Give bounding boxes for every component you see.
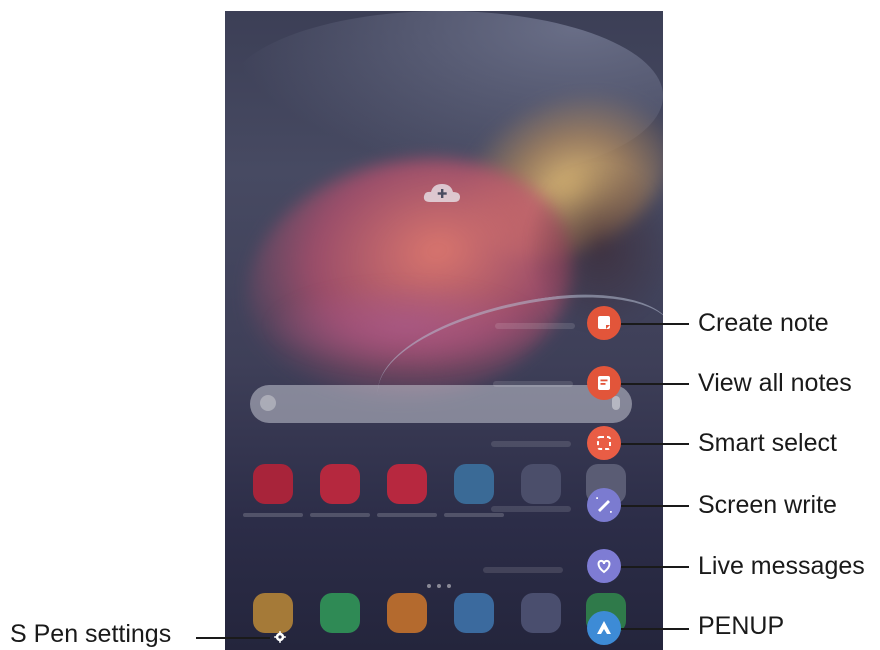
search-bar[interactable] [250, 385, 632, 423]
screen-write-icon[interactable] [587, 488, 621, 522]
app-icon-my-files[interactable] [253, 593, 293, 633]
google-icon [260, 395, 276, 411]
app-label [377, 513, 437, 517]
app-icon-internet[interactable] [521, 593, 561, 633]
menu-blur [483, 567, 563, 573]
label-smart-select: Smart select [698, 429, 837, 457]
gear-icon[interactable] [274, 631, 286, 643]
callout-line [196, 637, 270, 639]
label-create-note: Create note [698, 309, 829, 337]
app-icon-contacts[interactable] [387, 593, 427, 633]
menu-blur [491, 506, 571, 512]
app-icon-phone[interactable] [320, 593, 360, 633]
menu-blur [491, 441, 571, 447]
label-screen-write: Screen write [698, 491, 837, 519]
cloud-add-icon[interactable] [422, 182, 462, 204]
app-label [444, 513, 504, 517]
menu-blur [493, 381, 573, 387]
app-label [243, 513, 303, 517]
callout-line [621, 566, 689, 568]
create-note-icon[interactable] [587, 306, 621, 340]
label-penup: PENUP [698, 612, 785, 640]
app-icon-play-store[interactable] [521, 464, 561, 504]
penup-icon[interactable] [587, 611, 621, 645]
app-icon-email[interactable] [387, 464, 427, 504]
app-icon-gallery[interactable] [253, 464, 293, 504]
page-indicator [427, 573, 467, 588]
live-messages-icon[interactable] [587, 549, 621, 583]
callout-line [621, 505, 689, 507]
menu-blur [495, 323, 575, 329]
callout-line [621, 383, 689, 385]
app-label [310, 513, 370, 517]
app-icon-penup[interactable] [454, 464, 494, 504]
view-all-notes-icon[interactable] [587, 366, 621, 400]
smart-select-icon[interactable] [587, 426, 621, 460]
callout-line [621, 628, 689, 630]
label-live-messages: Live messages [698, 552, 865, 580]
callout-line [621, 443, 689, 445]
app-icon-messages[interactable] [454, 593, 494, 633]
app-icon-camera[interactable] [320, 464, 360, 504]
label-s-pen-settings: S Pen settings [10, 620, 172, 648]
callout-line [621, 323, 689, 325]
label-view-all-notes: View all notes [698, 369, 852, 397]
